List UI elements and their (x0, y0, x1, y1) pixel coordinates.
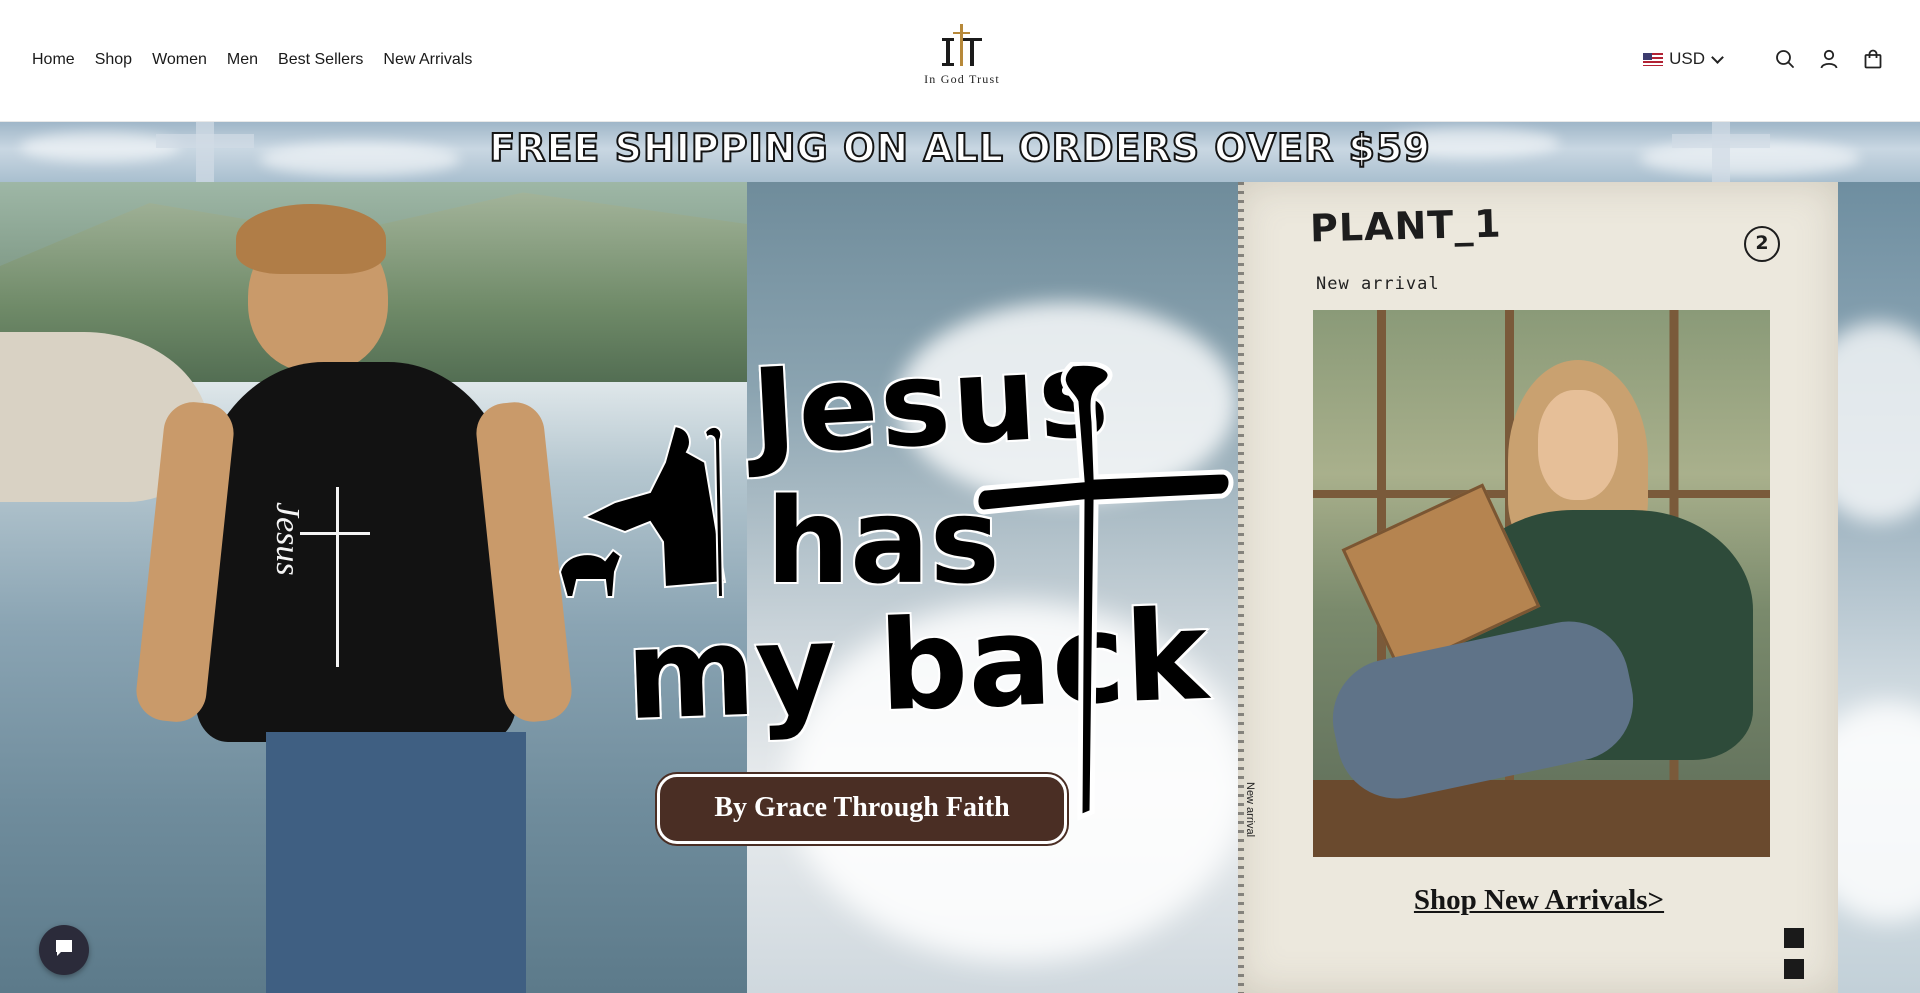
us-flag-icon (1643, 52, 1664, 66)
chat-bubble-icon (52, 936, 76, 964)
feature-number-badge: 2 (1744, 226, 1780, 262)
site-header: Home Shop Women Men Best Sellers New Arr… (0, 0, 1920, 122)
chevron-down-icon (1711, 50, 1724, 64)
nav-best-sellers[interactable]: Best Sellers (278, 48, 363, 72)
shirt-print-text: Jesus (269, 502, 306, 576)
currency-label: USD (1669, 49, 1705, 68)
nav-home[interactable]: Home (32, 48, 75, 72)
shop-new-arrivals-link[interactable]: Shop New Arrivals> (1318, 884, 1760, 917)
hero-banner[interactable]: Jesus Jesus has my back By Grace Through… (0, 182, 1920, 993)
shepherd-silhouette (558, 424, 727, 598)
tagline-badge: By Grace Through Faith (657, 774, 1067, 844)
promo-banner: FREE SHIPPING ON ALL ORDERS OVER $59 (0, 122, 1920, 182)
feature-title: PLANT_1 (1309, 201, 1503, 251)
site-logo[interactable]: In God Trust (914, 22, 1010, 96)
nav-men[interactable]: Men (227, 48, 258, 72)
promo-text: FREE SHIPPING ON ALL ORDERS OVER $59 (488, 125, 1431, 171)
logo-mark (932, 22, 992, 70)
search-icon[interactable] (1774, 48, 1796, 70)
headline-has: has (765, 471, 1002, 612)
chat-button[interactable] (39, 925, 89, 975)
cart-icon[interactable] (1862, 48, 1884, 70)
logo-brand-text: In God Trust (924, 72, 1000, 86)
nav-new-arrivals[interactable]: New Arrivals (383, 48, 472, 72)
account-icon[interactable] (1818, 48, 1840, 70)
header-actions: USD (1643, 48, 1884, 70)
slide-indicator-2[interactable] (1784, 959, 1804, 979)
nav-women[interactable]: Women (152, 48, 207, 72)
nav-shop[interactable]: Shop (95, 48, 132, 72)
slide-indicator-1[interactable] (1784, 928, 1804, 948)
currency-selector[interactable]: USD (1643, 49, 1724, 69)
feature-label: New arrival (1316, 274, 1440, 294)
feature-photo-woman-reading (1313, 310, 1770, 857)
main-nav: Home Shop Women Men Best Sellers New Arr… (32, 48, 492, 72)
cross-graphic (973, 362, 1234, 821)
feature-side-label: New arrival (1244, 782, 1256, 838)
